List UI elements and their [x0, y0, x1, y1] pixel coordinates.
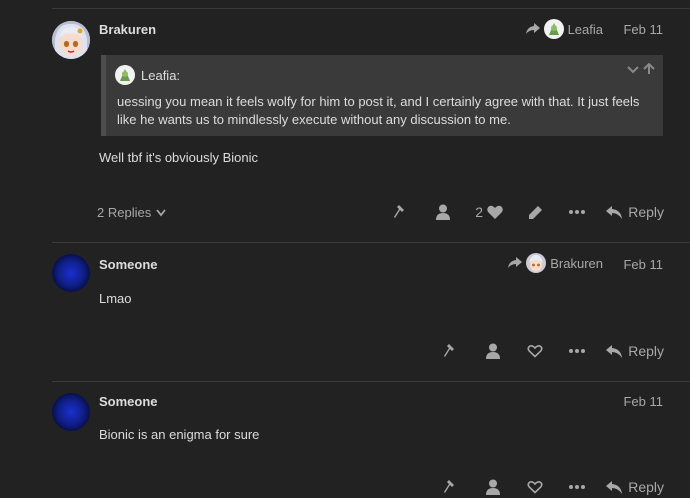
- reply-label: Reply: [628, 204, 664, 220]
- username[interactable]: Someone: [99, 394, 158, 409]
- replies-label: 2 Replies: [97, 205, 152, 220]
- edit-button[interactable]: [514, 201, 556, 223]
- avatar[interactable]: [52, 21, 90, 59]
- reply-to-username: Brakuren: [550, 255, 603, 271]
- user-icon: [486, 479, 501, 495]
- quote-controls: [627, 63, 655, 75]
- like-button[interactable]: [514, 476, 556, 498]
- quote-header: Leafia:: [115, 65, 180, 85]
- more-button[interactable]: [556, 201, 598, 223]
- heart-icon: [487, 205, 503, 219]
- pencil-icon: [528, 205, 542, 219]
- like-button[interactable]: [514, 340, 556, 362]
- reply-arrow-icon: [508, 257, 523, 268]
- user-button[interactable]: [422, 201, 464, 223]
- quote-block: Leafia: uessing you mean it feels wolfy …: [101, 55, 663, 136]
- post-body: Lmao: [99, 291, 132, 306]
- post-divider: [52, 8, 690, 9]
- reply-to-username: Leafia: [567, 21, 603, 37]
- avatar[interactable]: [52, 254, 90, 292]
- heart-outline-icon: [527, 345, 543, 358]
- reply-button[interactable]: Reply: [606, 343, 664, 359]
- post-actions: 2 Reply: [380, 201, 664, 223]
- like-button[interactable]: 2: [464, 201, 514, 223]
- post-actions: Reply: [430, 340, 664, 362]
- reply-label: Reply: [628, 343, 664, 359]
- post-date[interactable]: Feb 11: [623, 394, 663, 409]
- post-divider: [52, 242, 690, 243]
- reply-to-link[interactable]: Leafia: [525, 19, 603, 39]
- reply-to-avatar: [543, 19, 564, 39]
- ellipsis-icon: [569, 485, 586, 489]
- post-actions: Reply: [430, 476, 664, 498]
- post-date[interactable]: Feb 11: [623, 22, 663, 37]
- more-button[interactable]: [556, 340, 598, 362]
- like-count: 2: [475, 204, 484, 220]
- reply-icon: [606, 344, 623, 358]
- user-icon: [486, 343, 501, 359]
- reply-icon: [606, 205, 623, 219]
- post-body: Well tbf it's obviously Bionic: [99, 150, 259, 165]
- hammer-icon: [444, 344, 455, 357]
- quote-author-avatar: [115, 65, 135, 85]
- hammer-icon: [394, 205, 405, 218]
- admin-hammer-button[interactable]: [430, 340, 472, 362]
- replies-toggle[interactable]: 2 Replies: [97, 205, 166, 220]
- user-button[interactable]: [472, 340, 514, 362]
- quote-author: Leafia:: [141, 67, 181, 83]
- heart-outline-icon: [527, 481, 543, 494]
- ellipsis-icon: [569, 210, 586, 214]
- admin-hammer-button[interactable]: [430, 476, 472, 498]
- avatar[interactable]: [52, 393, 90, 431]
- ellipsis-icon: [569, 349, 586, 353]
- user-icon: [436, 204, 451, 220]
- post-body: Bionic is an enigma for sure: [99, 427, 260, 442]
- hammer-icon: [444, 480, 455, 493]
- reply-button[interactable]: Reply: [606, 479, 664, 495]
- chevron-down-icon: [156, 208, 166, 216]
- user-button[interactable]: [472, 476, 514, 498]
- reply-to-link[interactable]: Brakuren: [508, 253, 603, 273]
- reply-to-avatar: [526, 253, 547, 273]
- quote-text: uessing you mean it feels wolfy for him …: [117, 94, 640, 127]
- reply-icon: [606, 480, 623, 494]
- post-divider: [52, 381, 690, 382]
- username[interactable]: Brakuren: [99, 22, 156, 37]
- admin-hammer-button[interactable]: [380, 201, 422, 223]
- post-date[interactable]: Feb 11: [623, 257, 663, 272]
- arrow-up-icon[interactable]: [643, 63, 655, 75]
- username[interactable]: Someone: [99, 257, 158, 272]
- more-button[interactable]: [556, 476, 598, 498]
- chevron-down-icon[interactable]: [627, 63, 639, 75]
- reply-button[interactable]: Reply: [606, 204, 664, 220]
- reply-arrow-icon: [525, 23, 540, 34]
- reply-label: Reply: [628, 479, 664, 495]
